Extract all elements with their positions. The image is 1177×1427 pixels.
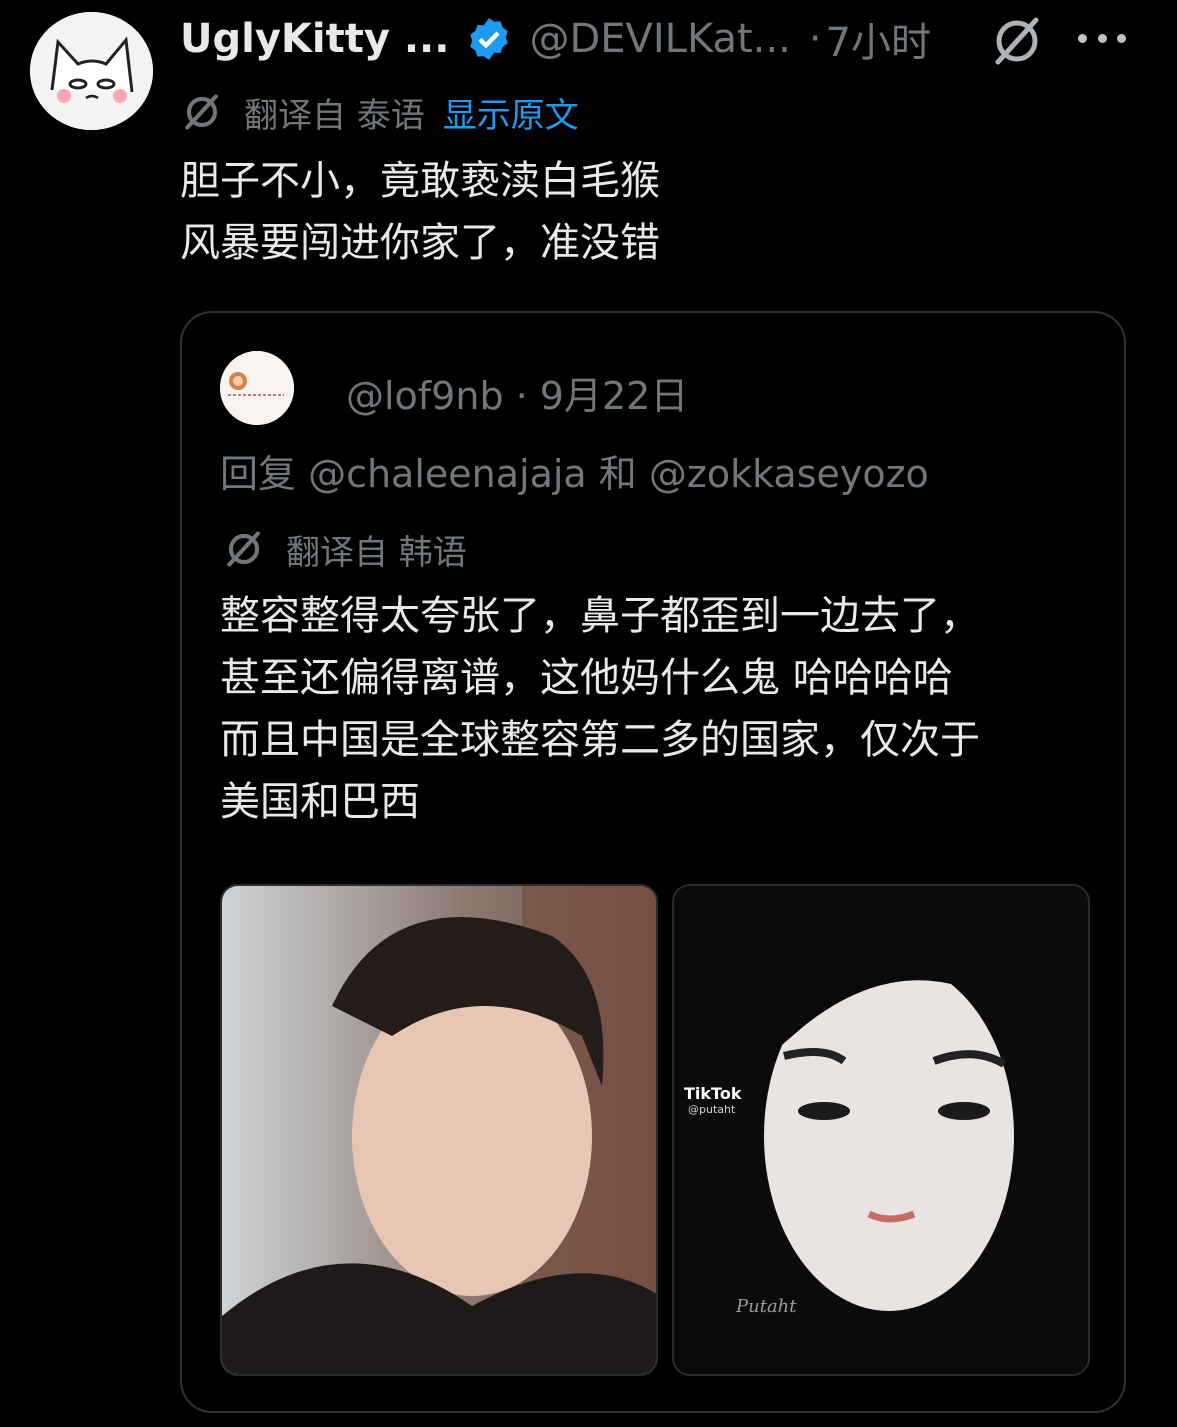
show-original-link[interactable]: 显示原文	[443, 88, 579, 137]
quoted-translation-label: 翻译自 韩语	[286, 532, 467, 573]
tweet-time[interactable]: 7小时	[826, 10, 931, 68]
photo-signature: Putaht	[736, 1296, 797, 1317]
quoted-text-line: 甚至还偏得离谱，这他妈什么鬼 哈哈哈哈	[220, 655, 953, 701]
tweet-text: 胆子不小，竟敢亵渎白毛猴 风暴要闯进你家了，准没错	[180, 150, 660, 274]
display-name[interactable]: UglyKitty ...	[180, 16, 449, 62]
quoted-text-line: 整容整得太夸张了，鼻子都歪到一边去了，	[220, 593, 980, 639]
media-photo-2[interactable]: TikTok @putaht Putaht	[672, 884, 1090, 1376]
tiktok-watermark: TikTok @putaht	[684, 1084, 741, 1116]
tiktok-handle: @putaht	[688, 1103, 736, 1116]
quoted-translation-bar: 翻译自 韩语	[222, 525, 467, 573]
separator-dot: ·	[808, 16, 822, 62]
quoted-meta[interactable]: @lof9nb · 9月22日	[346, 365, 688, 420]
quoted-text-line: 美国和巴西	[220, 779, 420, 825]
media-photo-1[interactable]	[220, 884, 658, 1376]
translate-icon	[222, 527, 266, 571]
tweet-text-line: 胆子不小，竟敢亵渎白毛猴	[180, 158, 660, 204]
tweet-header: UglyKitty ... @DEVILKat... · 7小时	[180, 10, 931, 68]
author-handle[interactable]: @DEVILKat...	[529, 16, 790, 62]
author-avatar[interactable]	[30, 12, 153, 130]
translate-icon	[180, 90, 224, 134]
verified-badge-icon[interactable]	[465, 15, 513, 63]
translation-label: 翻译自 泰语	[244, 95, 425, 136]
quoted-text-line: 而且中国是全球整容第二多的国家，仅次于	[220, 717, 980, 763]
translation-bar: 翻译自 泰语 显示原文	[180, 88, 579, 136]
quoted-author-avatar[interactable]	[220, 351, 294, 425]
quoted-text: 整容整得太夸张了，鼻子都歪到一边去了， 甚至还偏得离谱，这他妈什么鬼 哈哈哈哈 …	[220, 585, 980, 833]
tiktok-label: TikTok	[684, 1084, 742, 1103]
grok-icon[interactable]	[990, 14, 1044, 68]
tweet-text-line: 风暴要闯进你家了，准没错	[180, 220, 660, 266]
quoted-tweet[interactable]: @lof9nb · 9月22日 回复 @chaleenajaja 和 @zokk…	[180, 311, 1126, 1413]
reply-to[interactable]: 回复 @chaleenajaja 和 @zokkaseyozo	[220, 443, 929, 498]
more-icon[interactable]	[1078, 34, 1126, 46]
